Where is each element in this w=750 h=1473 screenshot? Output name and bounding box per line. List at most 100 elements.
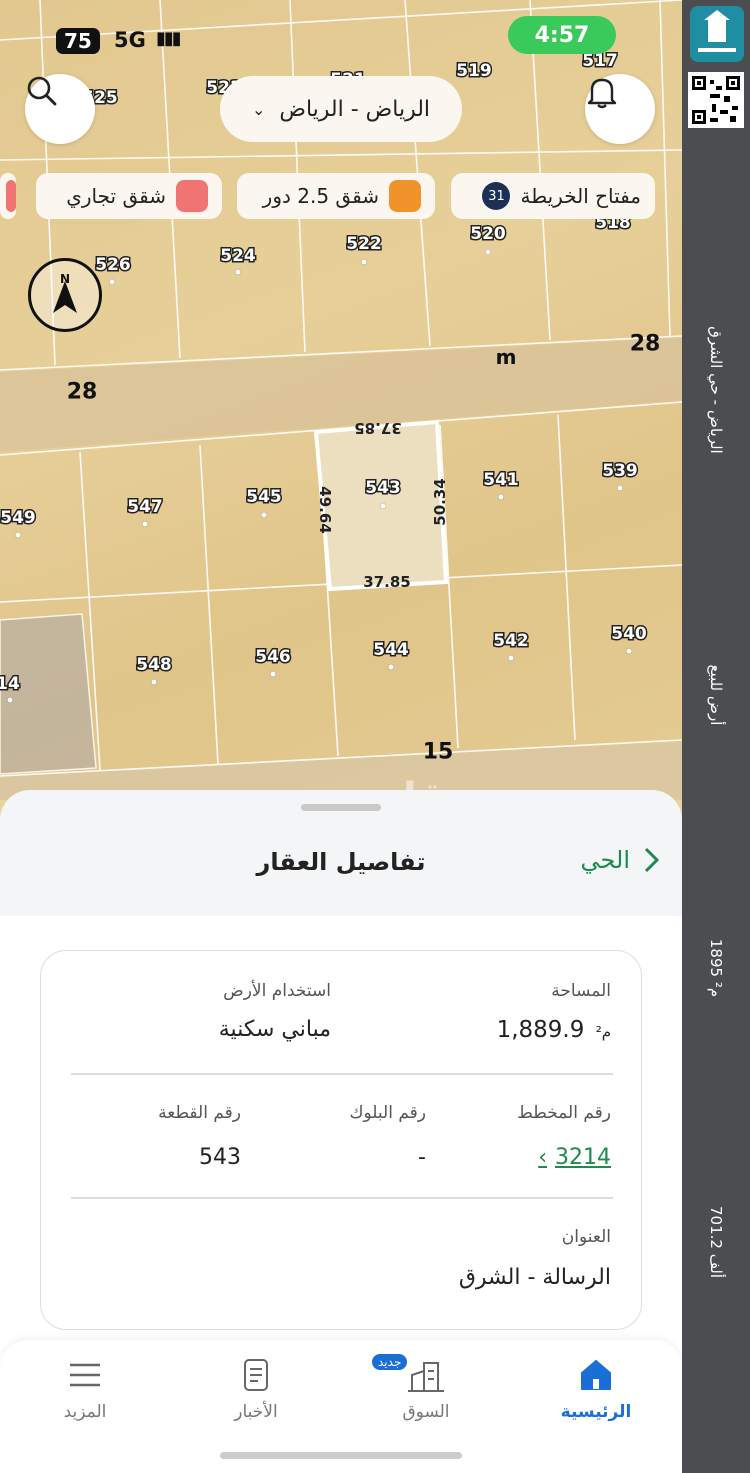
sheet-grabber[interactable] <box>301 804 381 811</box>
brand-logo <box>690 6 744 62</box>
network-indicator: 5G <box>114 28 146 52</box>
legend-swatch <box>176 180 208 212</box>
side-listing-type: أرض للبيع <box>707 664 725 726</box>
nav-more-label: المزيد <box>63 1402 107 1422</box>
plot-label[interactable]: 519 <box>455 60 493 83</box>
map-view[interactable]: 525 523 521 519 517 526 524 522 520 518 … <box>0 0 682 800</box>
plot-label[interactable]: 540 <box>610 623 648 646</box>
compass-button[interactable]: N <box>28 258 102 332</box>
plot-marker <box>617 485 623 491</box>
count-badge: 31 <box>482 182 511 210</box>
plan-number-value: 3214 <box>555 1145 611 1170</box>
land-use-value: مباني سكنية <box>218 1017 331 1042</box>
plot-marker <box>626 648 632 654</box>
legend-swatch <box>389 180 421 212</box>
bell-icon <box>587 78 617 109</box>
land-use-label: استخدام الأرض <box>223 981 331 1001</box>
plot-marker <box>151 679 157 685</box>
plot-label[interactable]: 522 <box>345 233 383 256</box>
property-info-card: المساحة 1,889.9 م² استخدام الأرض مباني س… <box>40 950 642 1330</box>
divider <box>71 1073 613 1075</box>
chip-map-key[interactable]: مفتاح الخريطة 31 <box>451 173 655 219</box>
city-select[interactable]: ⌄ الرياض - الرياض <box>220 76 462 142</box>
plot-marker <box>142 521 148 527</box>
building-icon: جديد <box>366 1354 486 1396</box>
plot-label[interactable]: 549 <box>0 507 37 530</box>
plot-label[interactable]: 524 <box>219 245 257 268</box>
home-indicator <box>220 1452 462 1459</box>
new-badge: جديد <box>372 1354 408 1370</box>
district-link[interactable]: الحي <box>581 846 660 874</box>
plot-label[interactable]: 545 <box>245 486 283 509</box>
listing-side-strip: الرياض - حي الشرق أرض للبيع 1895 م² 701.… <box>682 0 750 1473</box>
plan-number-label: رقم المخطط <box>517 1103 611 1123</box>
side-price: 701.2 ألف <box>707 1206 725 1278</box>
chip-label: شقق تجاري <box>66 184 166 208</box>
search-button[interactable] <box>25 74 95 144</box>
street-number: 28 <box>629 331 661 357</box>
nav-market[interactable]: جديد السوق <box>366 1354 486 1422</box>
street-letter: m <box>495 345 517 369</box>
chevron-left-icon: ‹ <box>538 1145 547 1170</box>
nav-market-label: السوق <box>402 1402 450 1422</box>
plot-label[interactable]: 14 <box>0 673 21 696</box>
side-area: 1895 م² <box>707 938 725 998</box>
chip-apartments[interactable]: شقق 2.5 دور <box>237 173 435 219</box>
plot-marker <box>380 503 386 509</box>
plot-label[interactable]: 543 <box>364 477 402 500</box>
address-label: العنوان <box>561 1227 611 1247</box>
notifications-button[interactable] <box>585 74 655 144</box>
plot-marker <box>361 259 367 265</box>
chevron-right-icon <box>644 847 660 873</box>
plot-label[interactable]: 539 <box>601 460 639 483</box>
area-number: 1,889.9 <box>496 1017 585 1043</box>
bottom-navigation: الرئيسية جديد السوق الأخبار المزيد <box>0 1340 682 1473</box>
plot-label[interactable]: 541 <box>482 469 520 492</box>
address-value: الرسالة - الشرق <box>458 1265 611 1290</box>
area-value: 1,889.9 م² <box>497 1017 611 1043</box>
plot-marker <box>15 532 21 538</box>
plot-dimension-bottom: 37.85 <box>363 573 411 591</box>
plot-marker <box>498 494 504 500</box>
area-label: المساحة <box>551 981 611 1001</box>
news-icon <box>196 1354 316 1396</box>
plan-number-link[interactable]: ‹ 3214 <box>538 1145 611 1170</box>
plot-marker <box>261 512 267 518</box>
street-number: 15 <box>422 739 454 765</box>
city-select-label: الرياض - الرياض <box>279 96 431 122</box>
plot-label[interactable]: 548 <box>135 654 173 677</box>
chip-partial[interactable] <box>0 173 16 219</box>
qr-code <box>688 72 744 128</box>
street-number: 28 <box>66 379 98 405</box>
nav-home-label: الرئيسية <box>560 1402 632 1422</box>
nav-more[interactable]: المزيد <box>25 1354 145 1422</box>
area-unit: م² <box>595 1023 611 1041</box>
nav-news[interactable]: الأخبار <box>196 1354 316 1422</box>
plot-dimension-left: 49.64 <box>316 486 334 534</box>
clock: 4:57 <box>508 16 616 54</box>
plot-marker <box>270 671 276 677</box>
plot-marker <box>485 249 491 255</box>
plot-label[interactable]: 542 <box>492 630 530 653</box>
plot-label[interactable]: 517 <box>581 50 619 73</box>
plot-marker <box>109 279 115 285</box>
plot-marker <box>7 697 13 703</box>
search-icon <box>27 76 57 106</box>
plot-label[interactable]: 520 <box>469 223 507 246</box>
nav-news-label: الأخبار <box>234 1402 278 1422</box>
plot-label[interactable]: 544 <box>372 639 410 662</box>
district-link-label: الحي <box>580 846 630 874</box>
plot-label[interactable]: 526 <box>94 254 132 277</box>
divider <box>71 1197 613 1199</box>
plot-dimension-right: 50.34 <box>431 478 449 526</box>
plot-label[interactable]: 546 <box>254 646 292 669</box>
signal-icon: ▮▮▮ <box>156 28 182 49</box>
block-number-value: - <box>418 1145 426 1170</box>
battery-indicator: 75 <box>56 28 100 54</box>
plot-label[interactable]: 547 <box>126 496 164 519</box>
chevron-down-icon: ⌄ <box>251 99 266 119</box>
chip-commercial[interactable]: شقق تجاري <box>36 173 222 219</box>
plot-marker <box>235 269 241 275</box>
block-number-label: رقم البلوك <box>349 1103 426 1123</box>
nav-home[interactable]: الرئيسية <box>536 1354 656 1422</box>
